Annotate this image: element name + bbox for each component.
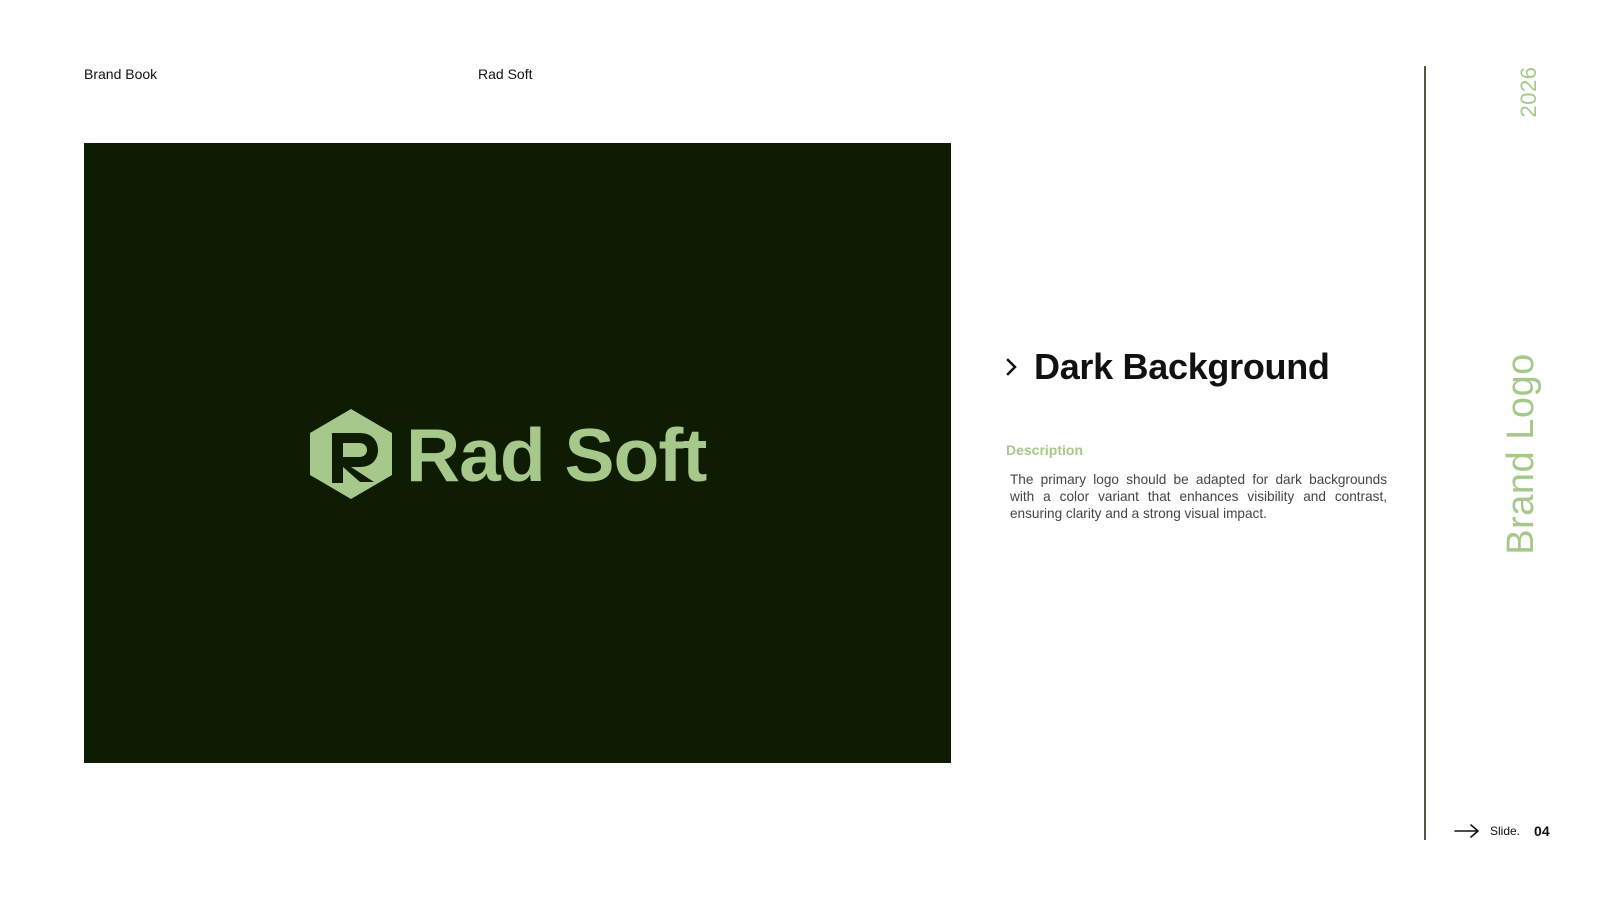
- description-label: Description: [1006, 442, 1084, 458]
- year-label: 2026: [1516, 66, 1541, 118]
- brand-book-label: Brand Book: [84, 66, 158, 82]
- page-title: Dark Background: [1034, 346, 1330, 387]
- slide-number: 04: [1534, 823, 1550, 839]
- arrow-right-icon: [1454, 824, 1479, 838]
- logo-lockup: Rad Soft: [310, 409, 707, 499]
- chevron-right-icon: [1006, 358, 1017, 376]
- section-title: Brand Logo: [1500, 353, 1542, 555]
- slide-footer: Slide. 04: [1454, 823, 1550, 839]
- description-text: The primary logo should be adapted for d…: [1010, 472, 1387, 521]
- logo-wordmark: Rad Soft: [406, 412, 707, 497]
- hexagon-r-icon: [310, 409, 392, 499]
- heading-row: Dark Background: [1004, 345, 1330, 389]
- vertical-divider: [1424, 66, 1426, 840]
- dark-logo-panel: Rad Soft: [84, 143, 951, 763]
- slide-label: Slide.: [1490, 824, 1521, 838]
- company-name-label: Rad Soft: [478, 66, 533, 82]
